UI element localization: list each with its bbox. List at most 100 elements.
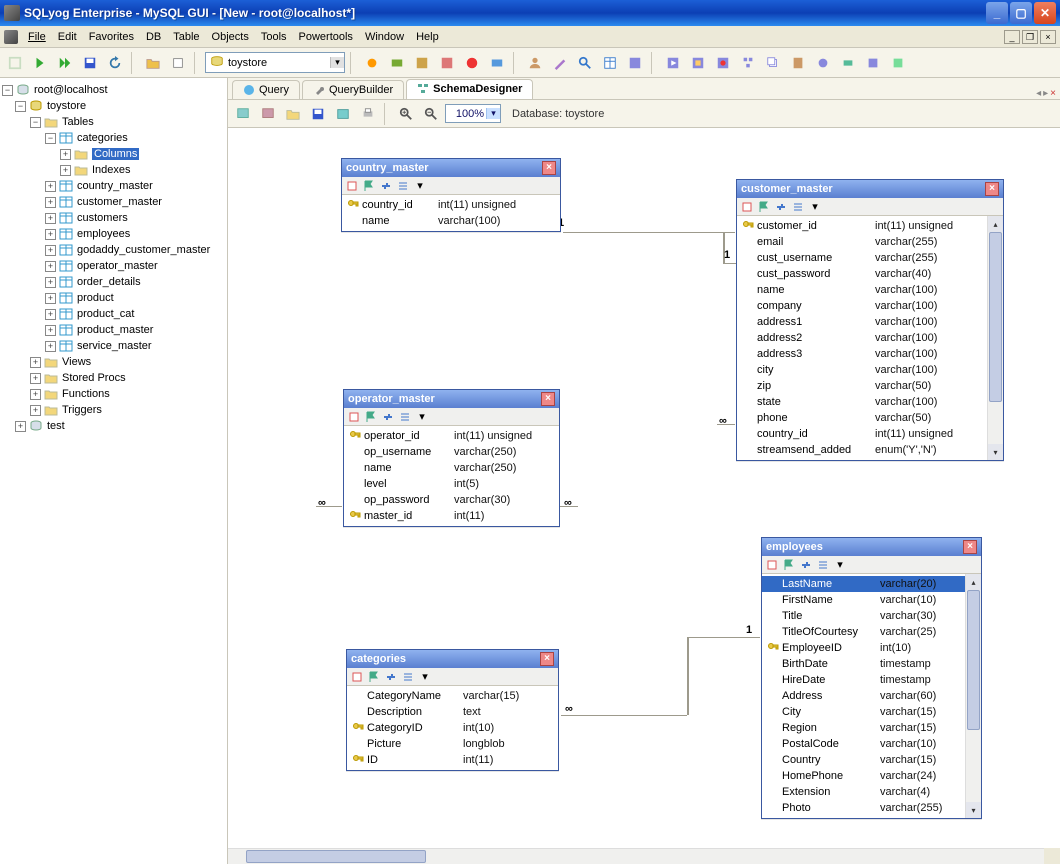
tree-twist[interactable]: + xyxy=(45,293,56,304)
dtb-zoom-out-button[interactable] xyxy=(420,103,442,125)
table-column-row[interactable]: address3varchar(100) xyxy=(737,346,987,362)
tree-storedprocs-folder[interactable]: +Stored Procs xyxy=(30,370,227,386)
scroll-thumb[interactable] xyxy=(967,590,980,730)
table-column-row[interactable]: statevarchar(100) xyxy=(737,394,987,410)
tb-link-button[interactable] xyxy=(837,52,859,74)
tb-wizard-button[interactable] xyxy=(549,52,571,74)
table-column-row[interactable]: operator_idint(11) unsigned xyxy=(344,428,559,444)
table-column-row[interactable]: namevarchar(100) xyxy=(737,282,987,298)
tablewin-customer-master[interactable]: customer_master × ▾ customer_idint(11) u… xyxy=(736,179,1004,461)
tb-edit-button[interactable] xyxy=(167,52,189,74)
tablewin-titlebar[interactable]: operator_master × xyxy=(344,390,559,408)
tree-db-test[interactable]: + test xyxy=(15,418,227,434)
mini-link-icon[interactable] xyxy=(379,179,393,193)
mdi-restore-button[interactable]: ❐ xyxy=(1022,30,1038,44)
mini-chevron-down-icon[interactable]: ▾ xyxy=(418,670,432,684)
table-column-row[interactable]: namevarchar(100) xyxy=(342,213,560,229)
mini-chevron-down-icon[interactable]: ▾ xyxy=(413,179,427,193)
tab-scroll-right[interactable]: ▸ xyxy=(1043,88,1048,99)
table-column-row[interactable]: HomePhonevarchar(24) xyxy=(762,768,965,784)
tab-querybuilder[interactable]: QueryBuilder xyxy=(302,80,404,99)
menu-file[interactable]: File xyxy=(22,29,52,45)
dtb-open-button[interactable] xyxy=(282,103,304,125)
tree-twist[interactable]: + xyxy=(45,309,56,320)
tb-exec-button-2[interactable] xyxy=(624,52,646,74)
tb-save-button[interactable] xyxy=(79,52,101,74)
tree-twist[interactable]: − xyxy=(30,117,41,128)
table-column-row[interactable]: Addressvarchar(60) xyxy=(762,688,965,704)
scroll-down-icon[interactable]: ▾ xyxy=(966,802,981,818)
tree-twist[interactable]: − xyxy=(45,133,56,144)
tablewin-close-button[interactable]: × xyxy=(985,182,999,196)
tree-twist[interactable]: + xyxy=(45,245,56,256)
tab-scroll-left[interactable]: ◂ xyxy=(1036,88,1041,99)
tablewin-titlebar[interactable]: customer_master × xyxy=(737,180,1003,198)
tablewin-scrollbar[interactable]: ▴ ▾ xyxy=(965,574,981,818)
table-column-row[interactable]: customer_idint(11) unsigned xyxy=(737,218,987,234)
tree-tables-folder[interactable]: − Tables xyxy=(30,114,227,130)
tree-table-item[interactable]: +order_details xyxy=(45,274,227,290)
mini-link-icon[interactable] xyxy=(799,558,813,572)
object-browser[interactable]: − root@localhost − toystore xyxy=(0,78,228,864)
tb-settings-button[interactable] xyxy=(812,52,834,74)
tb-paste-button[interactable] xyxy=(787,52,809,74)
mini-copy-icon[interactable] xyxy=(345,179,359,193)
mini-flag-icon[interactable] xyxy=(757,200,771,214)
tablewin-operator-master[interactable]: operator_master × ▾ operator_idint(11) u… xyxy=(343,389,560,527)
menu-window[interactable]: Window xyxy=(359,29,410,45)
tablewin-close-button[interactable]: × xyxy=(540,652,554,666)
tree-table-item[interactable]: +godaddy_customer_master xyxy=(45,242,227,258)
table-column-row[interactable]: namevarchar(250) xyxy=(344,460,559,476)
table-column-row[interactable]: CategoryNamevarchar(15) xyxy=(347,688,558,704)
mini-flag-icon[interactable] xyxy=(364,410,378,424)
scroll-thumb[interactable] xyxy=(989,232,1002,402)
tablewin-close-button[interactable]: × xyxy=(542,161,556,175)
mini-link-icon[interactable] xyxy=(774,200,788,214)
menu-table[interactable]: Table xyxy=(167,29,205,45)
table-column-row[interactable]: cust_passwordvarchar(40) xyxy=(737,266,987,282)
tree-root[interactable]: − root@localhost xyxy=(0,82,227,98)
table-column-row[interactable]: zipvarchar(50) xyxy=(737,378,987,394)
mini-list-icon[interactable] xyxy=(401,670,415,684)
tb-datasync-button[interactable] xyxy=(386,52,408,74)
table-column-row[interactable]: country_idint(11) unsigned xyxy=(342,197,560,213)
tablewin-country-master[interactable]: country_master × ▾ country_idint(11) uns… xyxy=(341,158,561,232)
table-column-row[interactable]: Photovarchar(255) xyxy=(762,800,965,816)
table-column-row[interactable]: PostalCodevarchar(10) xyxy=(762,736,965,752)
zoom-selector[interactable]: 100% ▾ xyxy=(445,104,501,123)
mini-link-icon[interactable] xyxy=(381,410,395,424)
tb-find-button[interactable] xyxy=(574,52,596,74)
tree-twist[interactable]: + xyxy=(60,165,71,176)
tree-table-item[interactable]: +operator_master xyxy=(45,258,227,274)
tree-twist[interactable]: + xyxy=(30,357,41,368)
table-column-row[interactable]: Countryvarchar(15) xyxy=(762,752,965,768)
tree-twist[interactable]: + xyxy=(45,341,56,352)
tree-table-item[interactable]: +customers xyxy=(45,210,227,226)
menu-powertools[interactable]: Powertools xyxy=(293,29,359,45)
schema-canvas[interactable]: 1 1 ∞ ∞ ∞ ∞ 1 country_master × xyxy=(228,128,1060,864)
tablewin-scrollbar[interactable]: ▴ ▾ xyxy=(987,216,1003,460)
mini-flag-icon[interactable] xyxy=(367,670,381,684)
tb-extra-button-2[interactable] xyxy=(887,52,909,74)
window-maximize-button[interactable]: ▢ xyxy=(1010,2,1032,24)
tree-twist[interactable]: + xyxy=(45,277,56,288)
dtb-remove-table-button[interactable] xyxy=(257,103,279,125)
table-column-row[interactable]: op_usernamevarchar(250) xyxy=(344,444,559,460)
menu-objects[interactable]: Objects xyxy=(206,29,255,45)
table-column-row[interactable]: address1varchar(100) xyxy=(737,314,987,330)
mini-chevron-down-icon[interactable]: ▾ xyxy=(808,200,822,214)
tb-user-button[interactable] xyxy=(524,52,546,74)
table-column-row[interactable]: LastNamevarchar(20) xyxy=(762,576,965,592)
tree-db-toystore[interactable]: − toystore xyxy=(15,98,227,114)
tree-twist[interactable]: + xyxy=(45,229,56,240)
table-column-row[interactable]: cityvarchar(100) xyxy=(737,362,987,378)
scroll-up-icon[interactable]: ▴ xyxy=(966,574,981,590)
tree-twist[interactable]: + xyxy=(45,325,56,336)
tree-table-item[interactable]: +country_master xyxy=(45,178,227,194)
table-column-row[interactable]: address2varchar(100) xyxy=(737,330,987,346)
tablewin-employees[interactable]: employees × ▾ LastNamevarchar(20)FirstNa… xyxy=(761,537,982,819)
mini-list-icon[interactable] xyxy=(791,200,805,214)
tree-twist[interactable]: + xyxy=(60,149,71,160)
database-selector[interactable]: toystore ▾ xyxy=(205,52,345,73)
table-column-row[interactable]: levelint(5) xyxy=(344,476,559,492)
